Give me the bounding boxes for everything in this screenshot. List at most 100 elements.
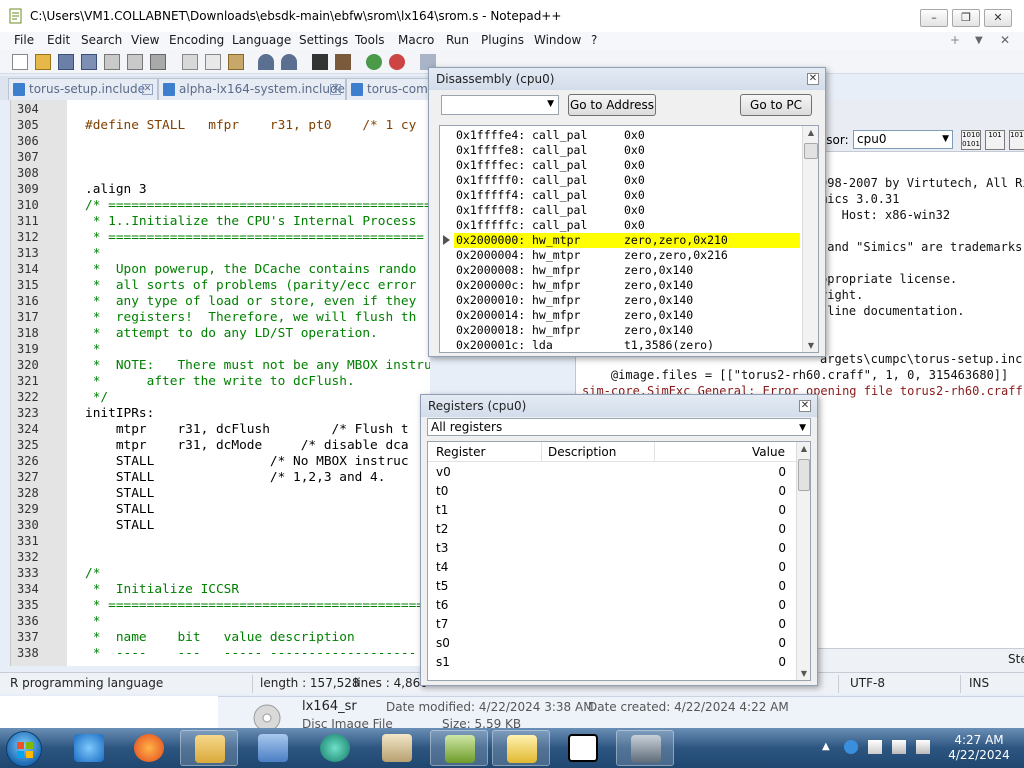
register-filter-select[interactable]: All registers ▼ [427,418,811,436]
7zip-task[interactable] [554,730,612,766]
register-row[interactable]: s0 0 [428,634,798,653]
disassembly-row[interactable]: 0x1fffff4: call_pal 0x0 [454,188,800,203]
close-all-icon[interactable] [127,54,143,70]
tray-expand-icon[interactable]: ▲ [822,741,836,755]
disassembly-row[interactable]: 0x2000004: hw_mtpr zero,zero,0x216 [454,248,800,263]
menu-help[interactable]: ? [591,33,597,47]
notepad-task[interactable] [430,730,488,766]
action-center-flag-icon[interactable] [868,740,882,754]
undo-icon[interactable] [258,54,274,70]
disassembly-title-bar[interactable]: Disassembly (cpu0) ✕ [429,68,825,90]
scroll-down-icon[interactable]: ▼ [803,341,818,350]
menu-macro[interactable]: Macro [398,33,434,47]
register-row[interactable]: s1 0 [428,653,798,672]
hxd-task[interactable] [492,730,550,766]
disassembly-row[interactable]: 0x1fffffc: call_pal 0x0 [454,218,800,233]
close-button[interactable]: ✕ [984,9,1012,27]
register-view-icon[interactable]: 1010 [1009,130,1024,150]
disassembly-row[interactable]: 0x2000014: hw_mfpr zero,0x140 [454,308,800,323]
disassembly-row[interactable]: 0x1ffffec: call_pal 0x0 [454,158,800,173]
firefox-task[interactable] [120,730,178,766]
menu-search[interactable]: Search [81,33,122,47]
paste-icon[interactable] [228,54,244,70]
close-doc-icon[interactable]: ✕ [1000,33,1010,47]
new-tab-icon[interactable]: + [950,33,960,47]
go-to-pc-button[interactable]: Go to PC [740,94,812,116]
register-row[interactable]: t1 0 [428,501,798,520]
disassembly-row[interactable]: 0x2000018: hw_mfpr zero,0x140 [454,323,800,338]
menu-encoding[interactable]: Encoding [169,33,224,47]
tab-close-icon[interactable]: ✕ [142,84,153,95]
network-status-icon[interactable] [844,740,858,754]
close-icon[interactable]: ✕ [799,400,811,412]
scroll-down-icon[interactable]: ▼ [797,669,810,678]
column-divider[interactable] [541,442,542,462]
column-divider[interactable] [654,442,655,462]
register-row[interactable]: t6 0 [428,596,798,615]
register-row[interactable]: v0 0 [428,463,798,482]
column-description[interactable]: Description [548,445,616,459]
disassembly-row[interactable]: 0x2000008: hw_mfpr zero,0x140 [454,263,800,278]
tab-alpha-lx164-system[interactable]: alpha-lx164-system.include ✕ [158,78,346,100]
disassembly-row[interactable]: 0x200000c: hw_mfpr zero,0x140 [454,278,800,293]
scroll-thumb[interactable] [798,459,810,491]
register-row[interactable]: t7 0 [428,615,798,634]
start-button[interactable] [6,731,42,767]
menu-edit[interactable]: Edit [47,33,70,47]
disassembly-row[interactable]: 0x2000010: hw_mfpr zero,0x140 [454,293,800,308]
register-row[interactable]: t0 0 [428,482,798,501]
internet-explorer-task[interactable] [60,730,118,766]
disassembly-row[interactable]: 0x200001c: lda t1,3586(zero) [454,338,800,352]
scroll-thumb[interactable] [804,143,818,159]
new-file-icon[interactable] [12,54,28,70]
disassembly-row[interactable]: 0x1ffffe4: call_pal 0x0 [454,128,800,143]
menu-settings[interactable]: Settings [299,33,348,47]
scroll-up-icon[interactable]: ▲ [797,444,810,453]
maximize-button[interactable]: ❐ [952,9,980,27]
tab-list-icon[interactable]: ▼ [975,35,983,46]
save-all-icon[interactable] [81,54,97,70]
disassembly-row-current[interactable]: 0x2000000: hw_mtpr zero,zero,0x210 [454,233,800,248]
print-icon[interactable] [150,54,166,70]
simics-task[interactable] [616,730,674,766]
save-icon[interactable] [58,54,74,70]
disassembly-row[interactable]: 0x1fffff8: call_pal 0x0 [454,203,800,218]
register-row[interactable]: t2 0 [428,520,798,539]
close-icon[interactable]: ✕ [807,73,819,85]
memory-view-icon[interactable]: 1010 0101 [961,130,981,150]
menu-tools[interactable]: Tools [355,33,385,47]
register-row[interactable]: t3 0 [428,539,798,558]
column-register[interactable]: Register [436,445,485,459]
close-file-icon[interactable] [104,54,120,70]
network-icon[interactable] [892,740,906,754]
disassembly-row[interactable]: 0x1fffff0: call_pal 0x0 [454,173,800,188]
menu-window[interactable]: Window [534,33,581,47]
copy-icon[interactable] [205,54,221,70]
scroll-up-icon[interactable]: ▲ [803,128,818,137]
open-file-icon[interactable] [35,54,51,70]
code-editor[interactable]: 304 305 306 307 308 309 310 311 312 313 314 315 316 3… [10,100,430,666]
go-to-address-button[interactable]: Go to Address [568,94,656,116]
clock[interactable]: 4:27 AM 4/22/2024 [944,733,1014,763]
menu-view[interactable]: View [131,33,159,47]
app-task[interactable] [306,730,364,766]
redo-icon[interactable] [281,54,297,70]
tab-torus-common[interactable]: torus-com [346,78,430,100]
disassembly-list[interactable]: 0x1ffffe4: call_pal 0x0 0x1ffffe8: call_pal 0… [439,125,819,353]
zoom-out-icon[interactable] [389,54,405,70]
tab-close-icon[interactable]: ✕ [330,84,341,95]
column-value[interactable]: Value [752,445,785,459]
app-task[interactable] [368,730,426,766]
tab-torus-setup[interactable]: torus-setup.include ✕ [8,78,158,100]
registers-table[interactable]: Register Description Value v0 0 t0 0 t1 0 t2 0 t… [427,441,811,681]
register-row[interactable]: t4 0 [428,558,798,577]
media-player-task[interactable] [244,730,302,766]
registers-scrollbar[interactable]: ▲ ▼ [796,442,810,680]
minimize-button[interactable]: – [920,9,948,27]
title-bar[interactable]: C:\Users\VM1.COLLABNET\Downloads\ebsdk-m… [0,0,1024,32]
zoom-in-icon[interactable] [366,54,382,70]
find-icon[interactable] [312,54,328,70]
menu-run[interactable]: Run [446,33,469,47]
menu-plugins[interactable]: Plugins [481,33,524,47]
registers-title-bar[interactable]: Registers (cpu0) ✕ [421,395,817,417]
